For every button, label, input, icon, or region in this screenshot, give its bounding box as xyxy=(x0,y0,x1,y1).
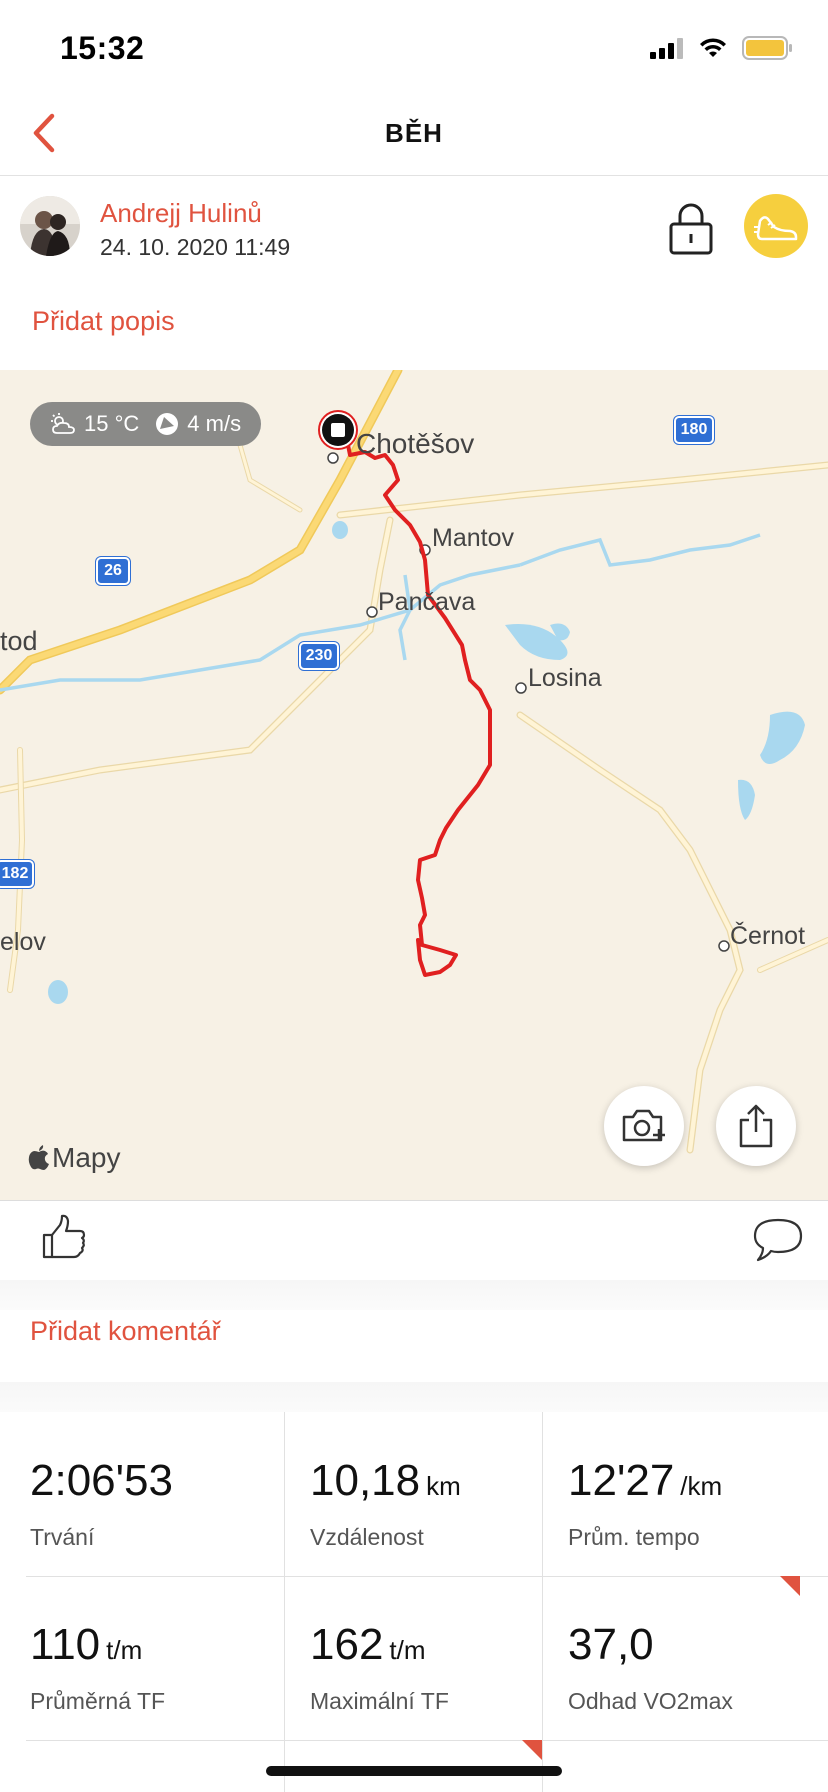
wind-value: 4 m/s xyxy=(187,411,242,436)
road-shield-26: 26 xyxy=(96,557,130,585)
partly-sunny-icon xyxy=(51,413,75,434)
road-shield-230: 230 xyxy=(299,642,339,670)
map-label-tod: tod xyxy=(0,626,38,656)
stat-label: Odhad VO2max xyxy=(568,1688,733,1714)
road-shield-label: 180 xyxy=(680,421,708,438)
add-description-link[interactable]: Přidat popis xyxy=(32,306,175,337)
stat-max-cadence[interactable]: 162 t/m Maximální TF xyxy=(280,1576,538,1740)
battery-icon xyxy=(742,36,792,60)
status-time: 15:32 xyxy=(60,30,145,66)
home-indicator[interactable] xyxy=(266,1766,562,1776)
stat-unit: km xyxy=(426,1471,461,1501)
camera-plus-icon xyxy=(622,1109,665,1142)
activity-datetime: 24. 10. 2020 11:49 xyxy=(100,234,291,260)
stat-unit: /km xyxy=(680,1471,723,1501)
stat-label: Trvání xyxy=(30,1524,95,1550)
stat-vo2max[interactable]: 37,0 Odhad VO2max xyxy=(538,1576,796,1740)
apple-logo-icon xyxy=(28,1145,49,1170)
road-shield-label: 26 xyxy=(104,562,122,579)
speech-bubble-icon[interactable] xyxy=(752,1217,804,1263)
section-separator xyxy=(0,1382,828,1412)
grid-divider xyxy=(26,1740,828,1741)
stat-duration[interactable]: 2:06'53 Trvání xyxy=(0,1412,258,1576)
action-bar xyxy=(0,1200,828,1280)
stat-unit: t/m xyxy=(389,1635,426,1665)
stat-label: Průměrná TF xyxy=(30,1688,166,1714)
road-shield-180: 180 xyxy=(674,416,714,444)
maps-attribution: Mapy xyxy=(28,1142,120,1174)
detail-corner-marker xyxy=(522,1740,542,1760)
map-label-pancava: Pančava xyxy=(378,588,476,616)
status-icons xyxy=(650,36,794,60)
map-label-losina: Losina xyxy=(528,664,602,692)
section-separator xyxy=(0,1280,828,1310)
road-shield-182: 182 xyxy=(0,860,34,888)
road-shield-label: 230 xyxy=(305,647,333,664)
stat-value: 37,0 xyxy=(568,1620,654,1669)
temperature-value: 15 °C xyxy=(84,411,140,436)
stat-value: 110 xyxy=(30,1620,101,1669)
stat-value: 12'27 xyxy=(568,1456,675,1505)
stat-avg-pace[interactable]: 12'27/km Prům. tempo xyxy=(538,1412,796,1576)
map-label-chotesov: Chotěšov xyxy=(356,428,475,459)
stat-value: 162 xyxy=(310,1620,384,1669)
map-label-elov: elov xyxy=(0,928,46,956)
stat-unit: t/m xyxy=(106,1635,143,1665)
lock-icon[interactable] xyxy=(668,202,714,256)
signal-icon xyxy=(650,38,683,59)
road-shield-label: 182 xyxy=(1,865,29,882)
add-photo-button[interactable] xyxy=(604,1086,684,1166)
running-shoe-icon xyxy=(744,194,808,258)
avatar[interactable] xyxy=(20,196,80,256)
stat-value: 2:06'53 xyxy=(30,1456,173,1505)
wind-direction-icon xyxy=(156,413,179,435)
activity-header: Andrejj Hulinů 24. 10. 2020 11:49 xyxy=(0,176,828,276)
stat-label: Prům. tempo xyxy=(568,1524,700,1550)
stat-distance[interactable]: 10,18 km Vzdálenost xyxy=(280,1412,538,1576)
status-bar: 15:32 xyxy=(0,0,828,100)
map-label-cernot: Černot xyxy=(730,922,806,950)
page-title: BĚH xyxy=(385,118,443,148)
user-name[interactable]: Andrejj Hulinů xyxy=(100,198,262,229)
stat-label: Vzdálenost xyxy=(310,1524,424,1550)
stats-grid: 2:06'53 Trvání 10,18 km Vzdálenost 12'27/… xyxy=(0,1412,828,1792)
stat-label: Maximální TF xyxy=(310,1688,449,1714)
map-label-mantov: Mantov xyxy=(432,524,514,552)
maps-attribution-text: Mapy xyxy=(52,1142,121,1173)
share-icon xyxy=(739,1104,773,1148)
stat-avg-cadence[interactable]: 110 t/m Průměrná TF xyxy=(0,1576,258,1740)
map-canvas xyxy=(0,370,828,1154)
nav-bar: BĚH xyxy=(0,100,828,176)
thumbs-up-icon[interactable] xyxy=(40,1213,88,1261)
stat-value: 10,18 xyxy=(310,1456,421,1505)
wifi-icon xyxy=(700,38,726,57)
share-button[interactable] xyxy=(716,1086,796,1166)
weather-badge: 15 °C 4 m/s xyxy=(30,402,262,446)
add-comment-link[interactable]: Přidat komentář xyxy=(30,1316,221,1347)
route-map[interactable]: Chotěšov Mantov Pančava Losina Černot to… xyxy=(0,370,828,1200)
